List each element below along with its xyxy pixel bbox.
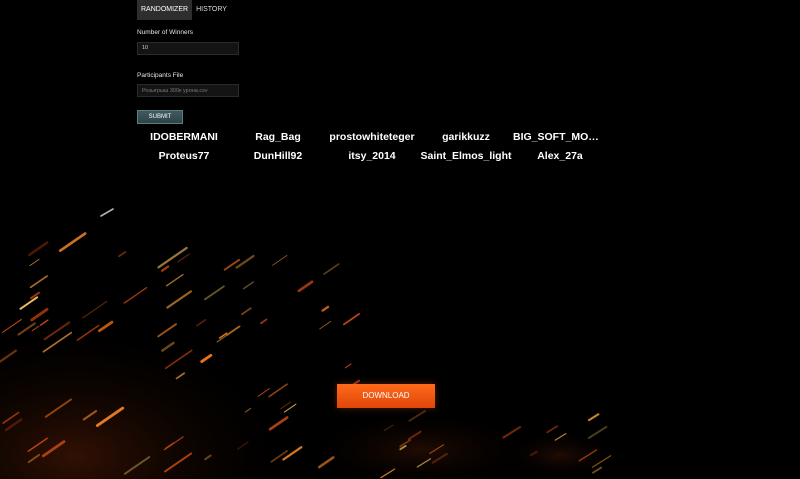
- winners-count-label: Number of Winners: [137, 29, 193, 36]
- winner-name: Saint_Elmos_light: [420, 150, 512, 162]
- participants-file-label: Participants File: [137, 71, 184, 79]
- winner-name: prostowhiteteger: [329, 131, 415, 143]
- winner-name: BIG_SOFT_MOMM...: [513, 131, 607, 143]
- winner-name: DunHill92: [253, 150, 303, 162]
- participants-file-input[interactable]: [137, 84, 239, 97]
- winner-name: itsy_2014: [348, 150, 396, 162]
- spark-streak: [58, 232, 87, 253]
- spark-streak: [587, 413, 600, 422]
- tab-randomizer[interactable]: RANDOMIZER: [137, 0, 193, 20]
- tab-history[interactable]: HISTORY: [192, 0, 231, 20]
- winners-count-input[interactable]: [137, 41, 239, 55]
- submit-button[interactable]: SUBMIT: [137, 110, 183, 124]
- winner-name: Alex_27a: [537, 150, 583, 162]
- app-screen: RANDOMIZER HISTORY Number of Winners Par…: [0, 0, 800, 479]
- winner-name: Rag_Bag: [255, 131, 301, 143]
- winner-name: IDOBERMANI: [150, 131, 218, 143]
- winner-name: Proteus77: [158, 150, 210, 162]
- randomizer-panel: RANDOMIZER HISTORY Number of Winners Par…: [137, 0, 239, 124]
- winner-name: garikkuzz: [442, 131, 490, 143]
- download-button[interactable]: DOWNLOAD: [337, 384, 435, 408]
- winners-grid: IDOBERMANI Rag_Bag prostowhiteteger gari…: [137, 130, 607, 163]
- spark-streak: [100, 208, 114, 217]
- tab-bar: RANDOMIZER HISTORY: [137, 0, 237, 20]
